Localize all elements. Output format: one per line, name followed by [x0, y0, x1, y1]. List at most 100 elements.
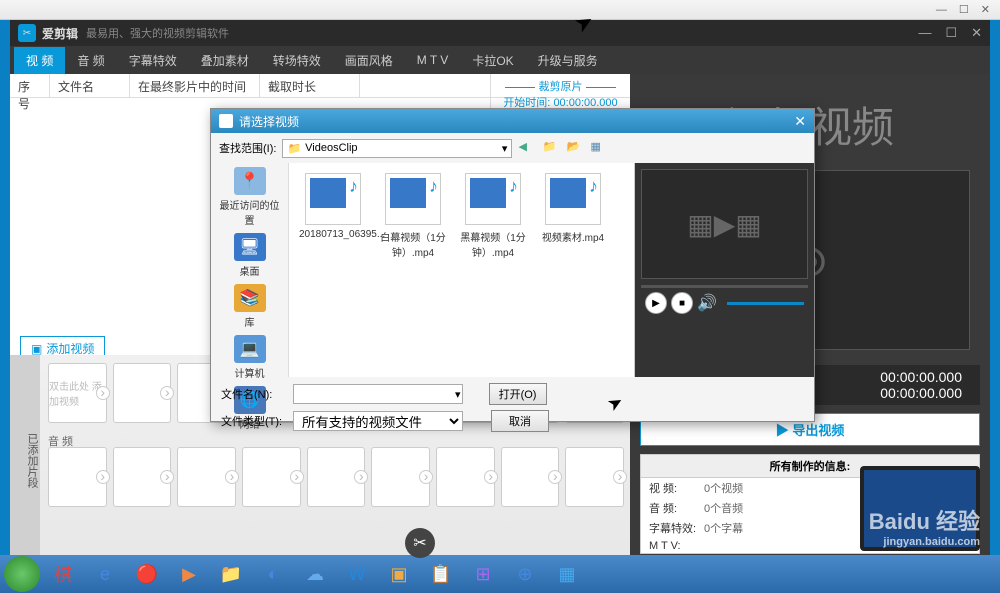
- app-subtitle: 最易用、强大的视频剪辑软件: [86, 25, 229, 41]
- info-label: 视 频:: [649, 480, 704, 496]
- info-label: 字幕特效:: [649, 520, 704, 536]
- tab-karaoke[interactable]: 卡拉OK: [460, 47, 525, 74]
- tab-mtv[interactable]: M T V: [405, 48, 461, 72]
- taskbar-word-icon[interactable]: W: [338, 559, 376, 589]
- folder-icon: 📁: [287, 142, 301, 155]
- dialog-footer: 文件名(N): ▾ 打开(O) 文件类型(T): 所有支持的视频文件 取消: [211, 377, 814, 443]
- tab-upgrade[interactable]: 升级与服务: [526, 47, 610, 74]
- audio-slot[interactable]: [371, 447, 430, 507]
- stop-button[interactable]: ■: [671, 292, 693, 314]
- info-label: M T V:: [649, 540, 704, 552]
- clip-slot[interactable]: [113, 363, 172, 423]
- clip-slot-placeholder[interactable]: 双击此处 添加视频: [48, 363, 107, 423]
- app-maximize[interactable]: ☐: [945, 25, 957, 41]
- audio-slot[interactable]: [501, 447, 560, 507]
- video-file-icon: [305, 173, 361, 225]
- dialog-title-text: 请选择视频: [239, 113, 299, 130]
- up-icon[interactable]: 📁: [542, 140, 558, 156]
- taskbar-item[interactable]: ▦: [548, 559, 586, 589]
- file-open-dialog: 请选择视频 ✕ 查找范围(I): 📁 VideosClip ▾ ◀ 📁 📂 ▦ …: [210, 108, 815, 422]
- app-minimize[interactable]: —: [918, 25, 931, 41]
- audio-slot[interactable]: [242, 447, 301, 507]
- file-list: 20180713_06395... 白幕视频（1分钟）.mp4 黑幕视频（1分钟…: [289, 163, 634, 377]
- taskbar-item[interactable]: ▶: [170, 559, 208, 589]
- taskbar-item[interactable]: 棋: [44, 559, 82, 589]
- film-icon: ▣: [31, 342, 42, 356]
- browser-chrome: — ☐ ✕: [0, 0, 1000, 20]
- file-item[interactable]: 20180713_06395...: [299, 173, 367, 240]
- taskbar-item[interactable]: ◐: [254, 559, 292, 589]
- app-title: 爱剪辑: [42, 25, 78, 42]
- taskbar-item[interactable]: 📋: [422, 559, 460, 589]
- dialog-close-button[interactable]: ✕: [794, 113, 806, 130]
- dialog-titlebar: 请选择视频 ✕: [211, 109, 814, 133]
- tab-overlay[interactable]: 叠加素材: [189, 47, 261, 74]
- audio-slot[interactable]: [307, 447, 366, 507]
- audio-slot[interactable]: [177, 447, 236, 507]
- sidebar-desktop[interactable]: 🖥桌面: [215, 233, 284, 278]
- crop-title: 裁剪原片: [539, 81, 583, 93]
- filename-input[interactable]: [293, 384, 463, 404]
- tab-transition[interactable]: 转场特效: [261, 47, 333, 74]
- play-button[interactable]: ▶: [645, 292, 667, 314]
- taskbar: 棋 e 🔴 ▶ 📁 ◐ ☁ W ▣ 📋 ⊞ ⊕ ▦: [0, 555, 1000, 593]
- browser-close[interactable]: ✕: [981, 3, 990, 16]
- watermark: Baidu 经验 jingyan.baidu.com: [869, 504, 980, 548]
- range-label: 查找范围(I):: [219, 140, 276, 156]
- th-time: 在最终影片中的时间: [130, 74, 260, 97]
- taskbar-ie-icon[interactable]: e: [86, 559, 124, 589]
- view-icon[interactable]: ▦: [590, 140, 606, 156]
- sidebar-library[interactable]: 📚库: [215, 284, 284, 329]
- menu-tabs: 视 频 音 频 字幕特效 叠加素材 转场特效 画面风格 M T V 卡拉OK 升…: [10, 46, 990, 74]
- file-item[interactable]: 黑幕视频（1分钟）.mp4: [459, 173, 527, 259]
- browser-minimize[interactable]: —: [936, 4, 947, 16]
- taskbar-folder-icon[interactable]: 📁: [212, 559, 250, 589]
- film-strip-icon: ▦▶▦: [687, 208, 761, 241]
- dialog-preview-pane: ▦▶▦ ▶ ■ 🔊: [634, 163, 814, 377]
- cancel-button[interactable]: 取消: [491, 410, 549, 432]
- file-item[interactable]: 视频素材.mp4: [539, 173, 607, 244]
- chevron-down-icon: ▾: [502, 142, 508, 155]
- sidebar-computer[interactable]: 💻计算机: [215, 335, 284, 380]
- filetype-label: 文件类型(T):: [221, 413, 285, 429]
- taskbar-chrome-icon[interactable]: 🔴: [128, 559, 166, 589]
- taskbar-item[interactable]: ☁: [296, 559, 334, 589]
- audio-slot[interactable]: [113, 447, 172, 507]
- audio-slot[interactable]: [48, 447, 107, 507]
- tab-subtitle[interactable]: 字幕特效: [117, 47, 189, 74]
- timeline-sidebar-label: 已添加片段: [10, 355, 40, 555]
- new-folder-icon[interactable]: 📂: [566, 140, 582, 156]
- th-filename: 文件名: [50, 74, 130, 97]
- taskbar-item[interactable]: ⊞: [464, 559, 502, 589]
- browser-maximize[interactable]: ☐: [959, 3, 969, 16]
- sidebar-recent[interactable]: 📍最近访问的位置: [215, 167, 284, 227]
- info-value: 0个字幕: [704, 520, 743, 536]
- file-item[interactable]: 白幕视频（1分钟）.mp4: [379, 173, 447, 259]
- audio-slot[interactable]: [436, 447, 495, 507]
- start-button[interactable]: [4, 556, 40, 592]
- video-file-icon: [545, 173, 601, 225]
- info-value: 0个音频: [704, 500, 743, 516]
- open-button[interactable]: 打开(O): [489, 383, 547, 405]
- th-duration: 截取时长: [260, 74, 360, 97]
- scissors-icon[interactable]: ✂: [405, 528, 435, 558]
- filetype-select[interactable]: 所有支持的视频文件: [293, 411, 463, 431]
- taskbar-item[interactable]: ▣: [380, 559, 418, 589]
- volume-slider[interactable]: [727, 302, 804, 305]
- filename-label: 文件名(N):: [221, 386, 285, 402]
- tab-video[interactable]: 视 频: [14, 47, 65, 74]
- tab-style[interactable]: 画面风格: [333, 47, 405, 74]
- folder-name: VideosClip: [305, 142, 357, 154]
- chevron-down-icon[interactable]: ▾: [455, 388, 461, 401]
- video-file-icon: [385, 173, 441, 225]
- back-icon[interactable]: ◀: [518, 140, 534, 156]
- app-close[interactable]: ✕: [971, 25, 982, 41]
- dialog-nav: 查找范围(I): 📁 VideosClip ▾ ◀ 📁 📂 ▦: [211, 133, 814, 163]
- info-label: 音 频:: [649, 500, 704, 516]
- taskbar-item[interactable]: ⊕: [506, 559, 544, 589]
- tab-audio[interactable]: 音 频: [65, 47, 116, 74]
- folder-combo[interactable]: 📁 VideosClip ▾: [282, 139, 512, 158]
- info-value: 0个视频: [704, 480, 743, 496]
- audio-slot[interactable]: [565, 447, 624, 507]
- volume-icon[interactable]: 🔊: [697, 293, 717, 313]
